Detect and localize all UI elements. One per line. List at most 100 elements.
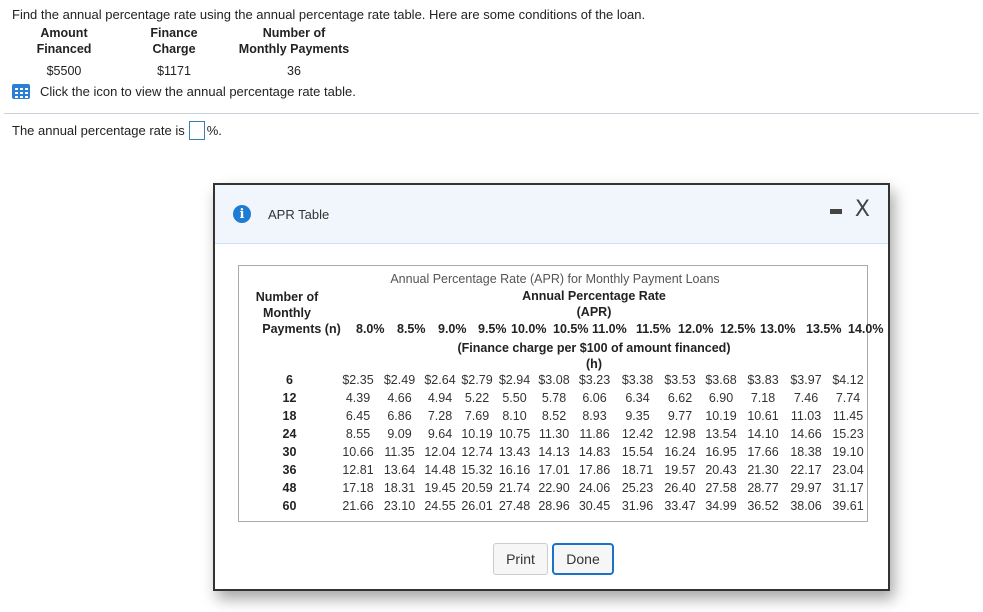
finance-charge-cell: 11.86 [579,426,610,441]
icon-instruction-text: Click the icon to view the annual percen… [40,84,356,99]
finance-charge-cell: $3.23 [578,372,611,387]
finance-charge-cell: $2.94 [498,372,531,387]
table-grid-icon[interactable] [12,84,30,99]
payments-cell: 36 [282,462,297,477]
condition-value: $5500 [46,64,82,78]
dialog-header: i APR Table X [215,185,888,244]
rate-header-cell: 14.0% [848,322,884,336]
finance-charge-cell: 10.61 [747,408,779,423]
finance-charge-cell: 17.01 [538,462,570,477]
finance-charge-cell: 12.81 [342,462,374,477]
finance-charge-cell: 38.06 [790,498,822,513]
close-icon[interactable]: X [855,197,870,222]
finance-charge-cell: 24.06 [578,480,611,495]
finance-charge-cell: 13.54 [705,426,737,441]
apr-table-link-row: Click the icon to view the annual percen… [12,84,356,99]
finance-charge-cell: 19.45 [424,480,456,495]
finance-charge-cell: 5.22 [464,390,490,405]
answer-prefix: The annual percentage rate is [12,123,185,138]
minimize-icon[interactable] [830,209,842,214]
finance-charge-cell: 4.94 [427,390,453,405]
finance-charge-cell: 28.77 [747,480,779,495]
answer-row: The annual percentage rate is %. [12,121,222,140]
finance-charge-cell: 7.18 [750,390,776,405]
finance-charge-cell: 23.10 [383,498,416,513]
finance-charge-cell: 6.45 [345,408,371,423]
table-row: 18 6.45 6.86 7.28 7.69 8.10 8.52 8.93 9.35 9.77 10… [239,407,869,424]
done-button[interactable]: Done [552,543,614,575]
finance-charge-cell: 7.74 [835,390,861,405]
finance-charge-cell: 11.45 [832,408,864,423]
apr-header-line: (APR) [576,305,612,319]
finance-charge-cell: $3.68 [705,372,737,387]
condition-label: Charge [152,42,196,56]
rate-header-cell: 10.0% [511,322,547,336]
finance-charge-cell: $3.53 [664,372,696,387]
row-header-line: Payments (n) [262,322,341,336]
question-text: Find the annual percentage rate using th… [12,7,646,22]
rate-header-cell: 11.0% [592,322,627,336]
finance-charge-cell: 5.78 [541,390,567,405]
row-header-line: Monthly [263,306,311,320]
finance-charge-cell: 10.19 [461,426,493,441]
finance-charge-cell: 15.54 [621,444,654,459]
finance-charge-cell: 36.52 [747,498,779,513]
condition-finance-charge: Finance Charge $1171 [140,25,208,79]
finance-charge-cell: 23.04 [832,462,864,477]
finance-charge-cell: 16.24 [664,444,696,459]
finance-charge-cell: 33.47 [664,498,696,513]
finance-charge-cell: 21.66 [342,498,374,513]
finance-charge-cell: 27.48 [498,498,531,513]
finance-charge-cell: 20.43 [705,462,737,477]
payments-cell: 24 [282,426,297,441]
print-button[interactable]: Print [493,543,548,575]
finance-charge-cell: 29.97 [790,480,822,495]
finance-charge-cell: $4.12 [832,372,864,387]
condition-label: Number of [262,26,326,40]
table-row: 30 10.66 11.35 12.04 12.74 13.43 14.13 14.83 15.… [239,443,869,460]
condition-monthly-payments: Number of Monthly Payments 36 [230,25,358,79]
table-row: 60 21.66 23.10 24.55 26.01 27.48 28.96 30.45 31.… [239,497,869,514]
apr-header-line: Annual Percentage Rate [522,289,666,303]
table-row: 24 8.55 9.09 9.64 10.19 10.75 11.30 11.86 12.42 1… [239,425,869,442]
finance-charge-cell: 14.66 [790,426,822,441]
finance-charge-cell: 22.17 [790,462,822,477]
table-row: 6 $2.35 $2.49 $2.64 $2.79 $2.94 $3.08 $3.23 $3.3… [239,371,869,388]
finance-charge-cell: 21.74 [498,480,531,495]
apr-table: Annual Percentage Rate (APR) for Monthly… [238,265,883,522]
finance-charge-cell: 39.61 [832,498,864,513]
finance-charge-cell: 16.95 [705,444,737,459]
finance-charge-cell: 14.13 [538,444,570,459]
condition-label: Monthly Payments [238,42,350,56]
answer-suffix: %. [206,123,222,138]
finance-charge-cell: 19.10 [832,444,864,459]
condition-label: Financed [36,42,92,56]
rate-header-cell: 13.0% [760,322,796,336]
rate-header-cell: 12.0% [678,322,714,336]
finance-charge-cell: 11.30 [538,426,570,441]
finance-charge-cell: 8.93 [582,408,607,423]
finance-charge-cell: 7.69 [464,408,490,423]
finance-charge-cell: $3.38 [621,372,654,387]
finance-charge-cell: 13.43 [498,444,531,459]
finance-charge-cell: 31.17 [832,480,864,495]
finance-charge-cell: 12.74 [461,444,493,459]
finance-charge-cell: 14.83 [578,444,611,459]
finance-charge-cell: 4.39 [345,390,371,405]
apr-answer-input[interactable] [188,121,205,140]
table-row: 48 17.18 18.31 19.45 20.59 21.74 22.90 24.06 25.… [239,479,869,496]
finance-charge-cell: 15.32 [461,462,493,477]
finance-charge-cell: 10.19 [705,408,737,423]
finance-charge-cell: 6.86 [387,408,412,423]
finance-charge-cell: 18.31 [383,480,416,495]
finance-charge-cell: 6.06 [582,390,607,405]
payments-cell: 6 [286,372,293,387]
finance-charge-cell: $2.49 [383,372,416,387]
finance-charge-cell: 6.34 [625,390,650,405]
finance-charge-cell: 31.96 [621,498,654,513]
finance-charge-cell: 14.48 [424,462,456,477]
table-row: 12 4.39 4.66 4.94 5.22 5.50 5.78 6.06 6.34 6.62 6.… [239,389,869,406]
payments-cell: 60 [282,498,297,513]
finance-charge-cell: $2.35 [342,372,374,387]
rate-header-cell: 12.5% [720,322,756,336]
